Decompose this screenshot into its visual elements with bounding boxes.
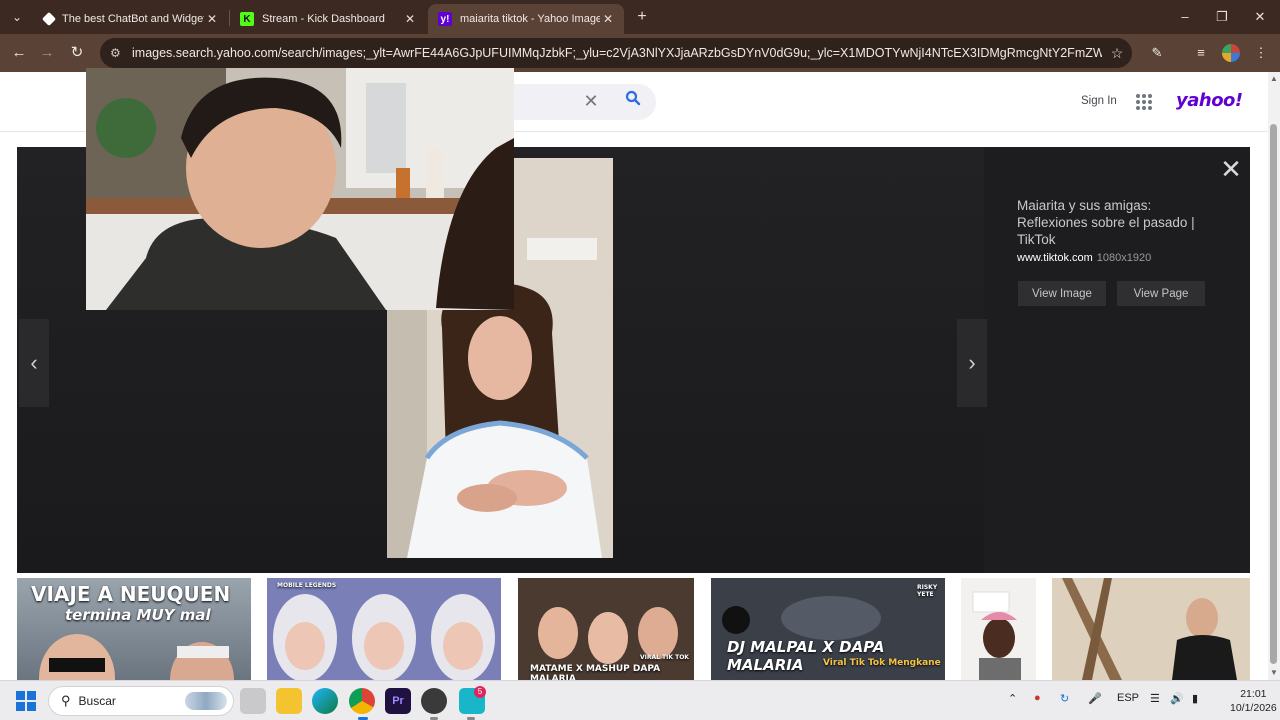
profile-avatar[interactable]	[1222, 44, 1240, 62]
tab-title: The best ChatBot and Widgets	[62, 13, 204, 25]
close-viewer-icon[interactable]: ✕	[1217, 155, 1245, 183]
chrome-icon[interactable]	[349, 688, 375, 714]
file-explorer-icon[interactable]	[276, 688, 302, 714]
thumbnail-caption: DJ MALPAL X DAPA MALARIA	[727, 638, 885, 674]
close-tab-icon[interactable]: ✕	[402, 12, 418, 26]
edge-icon[interactable]	[312, 688, 338, 714]
tab-title: Stream - Kick Dashboard	[262, 13, 385, 25]
sync-icon[interactable]: ↻	[1060, 692, 1069, 705]
system-clock[interactable]: 21:01 10/1/2026	[1230, 687, 1277, 715]
view-image-button[interactable]: View Image	[1018, 281, 1106, 306]
url-text[interactable]: images.search.yahoo.com/search/images;_y…	[130, 46, 1102, 60]
tab-kick[interactable]: K Stream - Kick Dashboard ✕	[230, 4, 426, 34]
tab-search-dropdown-icon[interactable]: ⌄	[6, 6, 28, 28]
obs-icon[interactable]	[421, 688, 447, 714]
forward-button[interactable]: →	[36, 42, 58, 64]
yahoo-logo[interactable]: yahoo!	[1176, 90, 1243, 111]
taskbar-search-placeholder: Buscar	[78, 694, 116, 708]
scrollbar-thumb[interactable]	[1270, 124, 1277, 664]
volume-icon[interactable]: 🔊	[1170, 692, 1184, 705]
screen: ⌄ The best ChatBot and Widgets ✕ K Strea…	[0, 0, 1280, 720]
premiere-pro-icon[interactable]: Pr	[385, 688, 411, 714]
tab-yahoo-images[interactable]: y! maiarita tiktok - Yahoo Image S ✕	[428, 4, 624, 34]
image-title[interactable]: Maiarita y sus amigas: Reflexiones sobre…	[1017, 197, 1207, 248]
tab-strip: ⌄ The best ChatBot and Widgets ✕ K Strea…	[0, 0, 1280, 34]
source-domain[interactable]: www.tiktok.com	[1017, 252, 1093, 264]
reload-button[interactable]: ↻	[66, 42, 88, 64]
webcam-overlay	[86, 68, 514, 310]
yahoo-icon: y!	[438, 12, 452, 26]
close-tab-icon[interactable]: ✕	[204, 12, 220, 26]
thumbnail-caption: MATAME X MASHUP DAPA MALARIA	[530, 664, 661, 680]
thumbnail-picture	[961, 578, 1036, 680]
show-hidden-icons[interactable]: ⌃	[1008, 692, 1017, 705]
scroll-up-icon[interactable]: ▲	[1270, 74, 1278, 83]
taskbar-search[interactable]: ⚲ Buscar	[48, 686, 234, 716]
bookmark-star-icon[interactable]: ☆	[1102, 45, 1132, 62]
thumbnail-picture	[39, 634, 234, 680]
back-button[interactable]: ←	[8, 42, 30, 64]
task-view-icon[interactable]	[240, 688, 266, 714]
scroll-down-icon[interactable]: ▼	[1270, 668, 1278, 677]
thumbnail-picture	[1052, 578, 1250, 680]
thumbnail-3[interactable]: VIRAL TIK TOK MATAME X MASHUP DAPA MALAR…	[518, 578, 694, 680]
search-button[interactable]	[620, 90, 646, 112]
search-icon: ⚲	[61, 693, 71, 708]
apps-grid-icon[interactable]	[1136, 94, 1152, 110]
address-bar[interactable]: ⚙ images.search.yahoo.com/search/images;…	[100, 38, 1132, 68]
menu-kebab-icon[interactable]: ⋮	[1250, 42, 1272, 64]
site-info-icon[interactable]: ⚙	[110, 46, 130, 60]
notification-badge: 5	[474, 686, 486, 698]
image-dimensions: 1080x1920	[1096, 252, 1152, 264]
reading-list-icon[interactable]: ≡	[1190, 42, 1212, 64]
tab-title: maiarita tiktok - Yahoo Image S	[460, 13, 600, 25]
start-button[interactable]	[16, 691, 36, 711]
chatbot-icon	[41, 11, 57, 27]
clock-time: 21:01	[1240, 688, 1267, 700]
thumbnail-4[interactable]: DJ MALPAL X DAPA MALARIA Viral Tik Tok M…	[711, 578, 945, 680]
webcam-picture	[86, 68, 514, 310]
thumbnail-6[interactable]	[1052, 578, 1250, 680]
clock-date: 10/1/2026	[1230, 702, 1277, 714]
weather-widget-icon[interactable]	[185, 692, 227, 710]
browser-toolbar: ← → ↻ ⚙ images.search.yahoo.com/search/i…	[0, 34, 1280, 72]
thumbnail-subcaption: Viral Tik Tok Mengkane	[823, 658, 941, 668]
maximize-button[interactable]: ❐	[1207, 6, 1237, 28]
sign-in-link[interactable]: Sign In	[1081, 95, 1117, 107]
security-icon[interactable]: ●	[1034, 692, 1041, 704]
thumbnail-caption: MOBILE LEGENDS	[277, 582, 337, 589]
microphone-icon[interactable]: 🎤	[1088, 692, 1102, 705]
previous-image-button[interactable]: ‹	[19, 319, 49, 407]
clear-search-icon[interactable]: ✕	[580, 90, 602, 112]
search-icon	[625, 90, 641, 106]
thumbnail-picture	[267, 578, 501, 680]
thumbnail-1[interactable]: VIAJE A NEUQUEN termina MUY mal	[17, 578, 251, 680]
close-window-button[interactable]: ✕	[1245, 6, 1275, 28]
page-scrollbar[interactable]: ▲ ▼	[1268, 72, 1280, 680]
language-indicator[interactable]: ESP	[1117, 692, 1139, 704]
wifi-icon[interactable]: ☰	[1150, 692, 1160, 705]
battery-icon[interactable]: ▮	[1192, 692, 1198, 705]
thumbnail-2[interactable]: MOBILE LEGENDS	[267, 578, 501, 680]
kick-icon: K	[240, 12, 254, 26]
thumbnail-badge: VIRAL TIK TOK	[640, 654, 689, 661]
tab-chatbot[interactable]: The best ChatBot and Widgets ✕	[34, 4, 228, 34]
minimize-button[interactable]: –	[1170, 6, 1200, 28]
thumbnail-5[interactable]	[961, 578, 1036, 680]
extensions-icon[interactable]: ✎	[1146, 42, 1168, 64]
view-page-button[interactable]: View Page	[1117, 281, 1205, 306]
windows-taskbar: ⚲ Buscar Pr 5 ⌃ ● ↻ 🎤 ESP ☰ 🔊 ▮ 21:01 10…	[0, 680, 1280, 720]
thumbnail-badge: RISKY YETE	[917, 584, 938, 598]
next-image-button[interactable]: ›	[957, 319, 987, 407]
new-tab-button[interactable]: +	[632, 6, 652, 28]
image-source: www.tiktok.com 1080x1920	[1017, 252, 1151, 264]
close-tab-icon[interactable]: ✕	[600, 12, 616, 26]
